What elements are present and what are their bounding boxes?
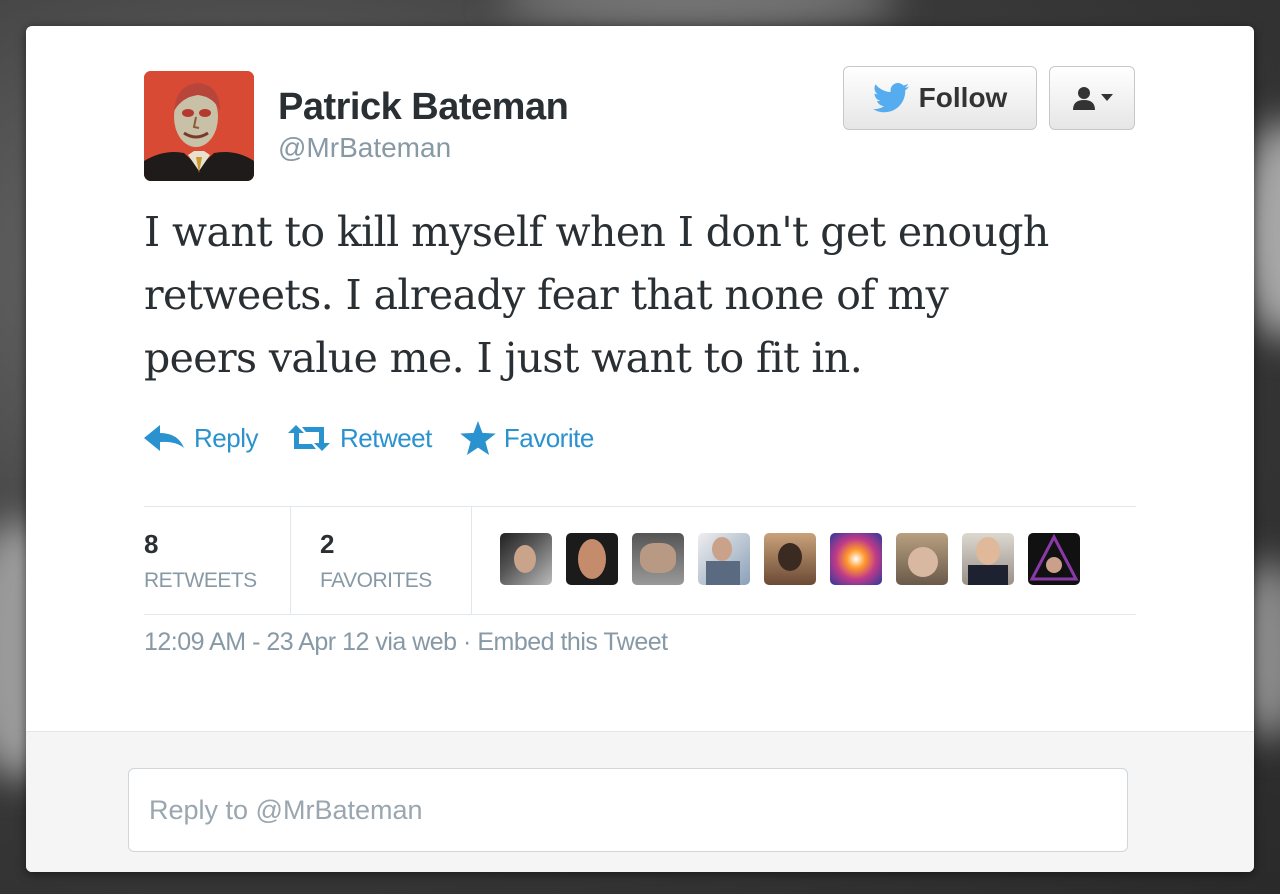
user-actions-dropdown[interactable] [1049, 66, 1135, 130]
user-avatar[interactable] [896, 533, 948, 585]
author-avatar[interactable] [144, 71, 254, 181]
user-avatar[interactable] [632, 533, 684, 585]
follow-label: Follow [918, 82, 1008, 113]
reply-label: Reply [194, 422, 258, 453]
user-avatar[interactable] [764, 533, 816, 585]
user-avatar[interactable] [830, 533, 882, 585]
favorite-action[interactable]: Favorite [460, 421, 594, 455]
retweet-label: Retweet [339, 422, 432, 453]
user-avatar[interactable] [698, 533, 750, 585]
meta-separator: · [463, 628, 471, 656]
twitter-bird-icon [872, 83, 909, 113]
retweets-label: RETWEETS [144, 569, 257, 592]
author-handle[interactable]: @MrBateman [278, 132, 451, 164]
user-avatar[interactable] [500, 533, 552, 585]
retweet-action[interactable]: Retweet [286, 423, 432, 454]
retweets-stat[interactable]: 8 RETWEETS [144, 507, 290, 614]
tweet-text: I want to kill myself when I don't get e… [144, 201, 1154, 390]
retweet-icon [287, 425, 330, 451]
tweet-timestamp[interactable]: 12:09 AM - 23 Apr 12 via web [144, 628, 457, 656]
embed-tweet-link[interactable]: Embed this Tweet [477, 628, 668, 656]
tweet-card: Patrick Bateman @MrBateman Follow I want… [26, 26, 1254, 872]
tweet-line: peers value me. I just want to fit in. [144, 334, 863, 382]
stats-divider [471, 507, 472, 614]
tweet-line: retweets. I already fear that none of my [144, 271, 949, 319]
tweet-actions: Reply Retweet Favorite [144, 418, 622, 458]
tweet-line: I want to kill myself when I don't get e… [144, 208, 1049, 256]
favorite-label: Favorite [503, 422, 594, 453]
user-avatar[interactable] [1028, 533, 1080, 585]
favorites-stat[interactable]: 2 FAVORITES [320, 507, 470, 614]
portrait-avatar-icon [144, 71, 254, 181]
chevron-down-icon [1101, 94, 1113, 101]
stats-divider [290, 507, 291, 614]
author-name[interactable]: Patrick Bateman [278, 86, 569, 129]
tweet-meta: 12:09 AM - 23 Apr 12 via web · Embed thi… [144, 628, 668, 657]
star-icon [460, 421, 496, 455]
follow-button[interactable]: Follow [843, 66, 1037, 130]
favorites-count: 2 [320, 529, 335, 559]
user-icon [1073, 87, 1095, 110]
retweets-count: 8 [144, 529, 159, 559]
triangle-avatar-icon [1029, 533, 1079, 581]
reply-input[interactable] [128, 768, 1128, 852]
reply-arrow-icon [144, 425, 184, 451]
user-avatar[interactable] [566, 533, 618, 585]
user-avatar[interactable] [962, 533, 1014, 585]
favorites-label: FAVORITES [320, 569, 432, 592]
reply-action[interactable]: Reply [144, 423, 258, 454]
reply-footer [26, 731, 1254, 872]
tweet-stats: 8 RETWEETS 2 FAVORITES [144, 506, 1136, 615]
favoriters-avatars [500, 533, 1080, 585]
